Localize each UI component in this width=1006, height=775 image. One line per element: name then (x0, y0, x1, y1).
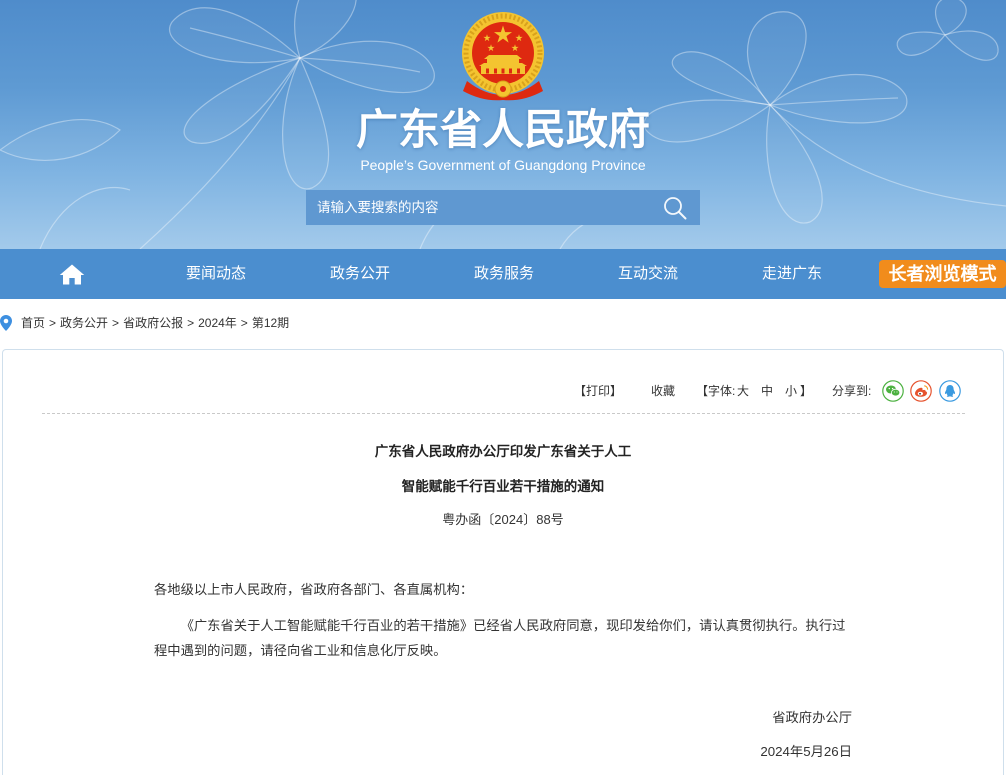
elder-mode-button[interactable]: 长者浏览模式 (879, 260, 1006, 288)
gate-door (494, 68, 497, 74)
article-title-line-2: 智能赋能千行百业若干措施的通知 (401, 479, 605, 494)
breadcrumb-separator: > (112, 316, 120, 330)
breadcrumb: 首页 > 政务公开 > 省政府公报 >2024年 > 第12期 (0, 315, 1006, 331)
print-link[interactable]: 【打印】 (574, 381, 622, 401)
wechat-icon-eye (896, 391, 898, 393)
search-box (306, 190, 700, 225)
site-header: 广东省人民政府 People’s Government of Guangdong… (0, 0, 1006, 249)
breadcrumb-link-year[interactable]: 2024年 (198, 316, 237, 330)
emblem-gear-hub (500, 86, 506, 92)
flower-petal (934, 0, 967, 36)
nav-item-interaction[interactable]: 互动交流 (576, 249, 720, 299)
issue-date: 2024年5月26日 (760, 744, 852, 759)
font-size-label: 【字体: (696, 384, 736, 398)
search-icon-handle (678, 211, 687, 220)
emblem-gate (479, 55, 527, 74)
font-size-small-button[interactable]: 小 (785, 381, 797, 401)
flower-petal (896, 31, 947, 56)
document-number: 粤办函〔2024〕88号 (442, 512, 564, 527)
wechat-icon (882, 380, 904, 402)
weibo-icon-eye-pupil (919, 392, 921, 395)
wechat-icon-bubble-small (891, 388, 901, 397)
breadcrumb-trail: 首页 > 政务公开 > 省政府公报 >2024年 > 第12期 (21, 315, 289, 331)
favorite-link[interactable]: 收藏 (651, 381, 675, 401)
font-size-bracket-close: 】 (800, 384, 813, 398)
share-qq-button[interactable] (939, 380, 961, 402)
nav-item-government-affairs[interactable]: 政务公开 (288, 249, 432, 299)
font-size-medium-button[interactable]: 中 (761, 381, 773, 401)
flower-petal (943, 30, 999, 61)
site-title: 广东省人民政府 (355, 106, 650, 153)
nav-home-link[interactable] (0, 249, 144, 299)
nav-item-news[interactable]: 要闻动态 (144, 249, 288, 299)
toolbar-divider (42, 413, 965, 414)
article-salutation: 各地级以上市人民政府，省政府各部门、各直属机构： (154, 582, 474, 597)
font-size-large-button[interactable]: 大 (737, 381, 749, 401)
home-icon-shape (59, 264, 85, 285)
wechat-icon-eye (893, 391, 895, 393)
share-wechat-button[interactable] (882, 380, 904, 402)
gate-upper-roof (484, 55, 522, 59)
national-emblem-icon (462, 12, 544, 101)
share-label: 分享到: (832, 384, 872, 398)
leaf-line (39, 186, 131, 249)
nav-item-about-guangdong[interactable]: 走进广东 (720, 249, 864, 299)
location-pin-icon (0, 315, 12, 331)
breadcrumb-link-gazette[interactable]: 省政府公报 (123, 316, 183, 330)
article-title-line-1: 广东省人民政府办公厅印发广东省关于人工 (374, 444, 632, 459)
gate-upper-hall (487, 59, 519, 63)
gate-door (517, 68, 520, 74)
site-subtitle: People’s Government of Guangdong Provinc… (360, 157, 646, 173)
breadcrumb-link-issue[interactable]: 第12期 (252, 316, 289, 330)
flower-petal (169, 7, 302, 64)
main-nav: 要闻动态 政务公开 政务服务 互动交流 走进广东 长者浏览模式 (0, 249, 1006, 299)
gate-door (501, 68, 505, 74)
small-flower (896, 0, 999, 61)
breadcrumb-separator: > (240, 316, 248, 330)
breadcrumb-link-home[interactable]: 首页 (21, 316, 45, 330)
breadcrumb-separator: > (49, 316, 57, 330)
location-pin-dot (3, 318, 9, 324)
issuing-office: 省政府办公厅 (772, 710, 852, 725)
gate-door (509, 68, 512, 74)
qq-icon (939, 380, 961, 402)
gate-door (486, 68, 489, 74)
search-input[interactable] (306, 190, 656, 225)
article-body-paragraph: 《广东省关于人工智能赋能千行百业的若干措施》已经省人民政府同意，现印发给你们，请… (154, 618, 846, 658)
breadcrumb-separator: > (187, 316, 195, 330)
wechat-icon-eye (891, 387, 894, 390)
article-container: 【打印】 收藏 【字体: 大 中 小 】 分享到: 广东省人民政府办公厅印发广东… (2, 349, 1004, 775)
home-icon (59, 264, 85, 285)
flower-petal (298, 40, 435, 94)
weibo-icon (910, 380, 932, 402)
gate-lower-roof (479, 63, 527, 66)
wechat-icon-eye (888, 387, 890, 390)
search-icon (664, 197, 687, 220)
nav-item-government-services[interactable]: 政务服务 (432, 249, 576, 299)
breadcrumb-link-government-affairs[interactable]: 政务公开 (60, 316, 108, 330)
search-button[interactable] (662, 195, 688, 221)
share-weibo-button[interactable] (910, 380, 932, 402)
